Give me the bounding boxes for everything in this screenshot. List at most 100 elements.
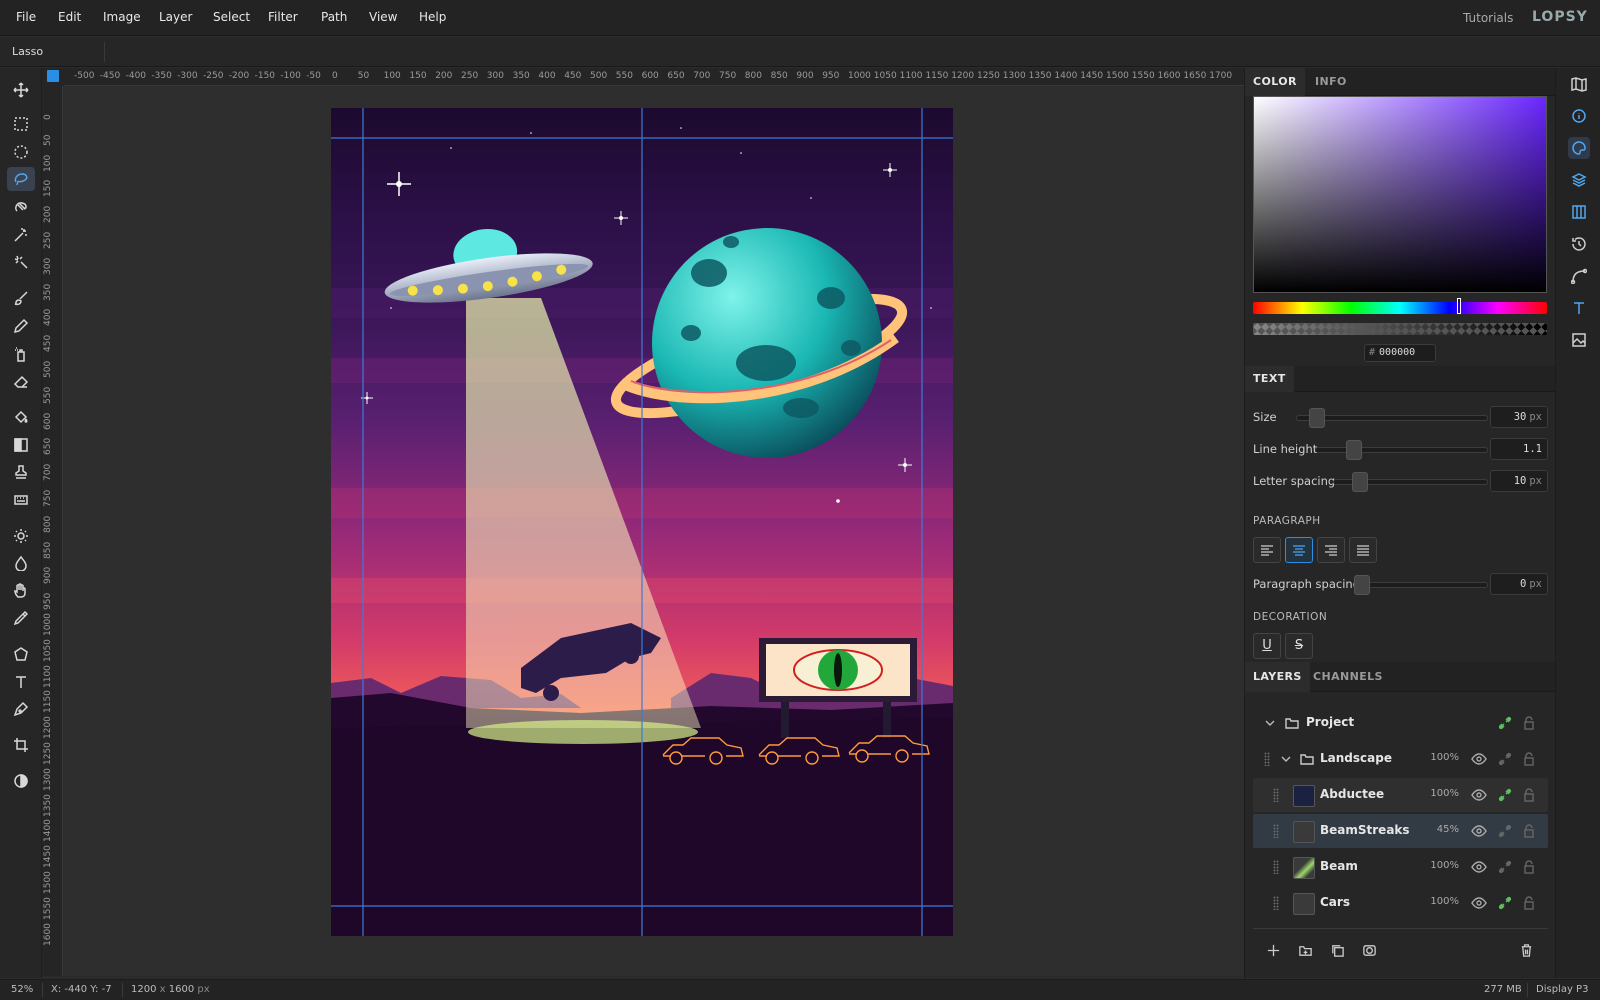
saturation-value-picker[interactable] (1253, 96, 1547, 293)
move-tool[interactable] (7, 78, 35, 102)
size-field[interactable]: 30 px (1490, 406, 1548, 428)
lock-icon[interactable] (1521, 715, 1537, 731)
chevron-down-icon[interactable] (1262, 715, 1278, 731)
layer-name[interactable]: Landscape (1320, 751, 1392, 765)
drag-handle[interactable] (1273, 788, 1279, 802)
lock-icon[interactable] (1521, 859, 1537, 875)
hex-input[interactable]: #000000 (1364, 344, 1436, 362)
layer-name[interactable]: Beam (1320, 859, 1358, 873)
dodge-tool[interactable] (7, 524, 35, 548)
drag-handle[interactable] (1264, 752, 1270, 766)
line-height-field[interactable]: 1.1 (1490, 438, 1548, 460)
eye-icon[interactable] (1471, 751, 1487, 767)
pencil-tool[interactable] (7, 314, 35, 338)
brush-tool[interactable] (7, 286, 35, 310)
magic-wand-tool[interactable] (7, 223, 35, 247)
tab-channels[interactable]: CHANNELS (1305, 662, 1391, 692)
align-right-button[interactable] (1317, 537, 1345, 563)
size-slider[interactable] (1296, 408, 1488, 428)
quick-select-tool[interactable] (7, 250, 35, 274)
menu-select[interactable]: Select (213, 10, 250, 24)
color-button[interactable] (1568, 137, 1590, 159)
smudge-tool[interactable] (7, 579, 35, 603)
history-button[interactable] (1568, 233, 1590, 255)
eraser-tool[interactable] (7, 369, 35, 393)
tab-info[interactable]: INFO (1307, 68, 1355, 96)
line-height-slider[interactable] (1315, 440, 1488, 460)
hue-slider[interactable] (1253, 302, 1547, 314)
eye-icon[interactable] (1471, 787, 1487, 803)
chevron-down-icon[interactable] (1278, 751, 1294, 767)
crop-tool[interactable] (7, 733, 35, 757)
menu-help[interactable]: Help (419, 10, 446, 24)
layer-opacity[interactable]: 100% (1429, 788, 1459, 799)
align-center-button[interactable] (1285, 537, 1313, 563)
layer-name[interactable]: Abductee (1320, 787, 1384, 801)
link-icon[interactable] (1497, 787, 1513, 803)
lock-icon[interactable] (1521, 751, 1537, 767)
link-icon[interactable] (1497, 823, 1513, 839)
paragraph-spacing-field[interactable]: 0 px (1490, 573, 1548, 595)
shape-tool[interactable] (7, 642, 35, 666)
link-icon[interactable] (1497, 859, 1513, 875)
info-button[interactable] (1568, 105, 1590, 127)
letter-spacing-slider[interactable] (1333, 472, 1488, 492)
delete-layer-button[interactable] (1515, 939, 1537, 961)
duplicate-layer-button[interactable] (1326, 939, 1348, 961)
layer-row-cars[interactable]: Cars 100% (1253, 886, 1548, 920)
magnetic-lasso-tool[interactable] (7, 195, 35, 219)
text-panel-button[interactable] (1568, 297, 1590, 319)
drag-handle[interactable] (1273, 860, 1279, 874)
eye-icon[interactable] (1471, 895, 1487, 911)
layer-name[interactable]: BeamStreaks (1320, 823, 1410, 837)
add-group-button[interactable] (1294, 939, 1316, 961)
link-icon[interactable] (1497, 751, 1513, 767)
letter-spacing-slider-knob[interactable] (1352, 472, 1368, 492)
layer-row-abductee[interactable]: Abductee 100% (1253, 778, 1548, 812)
ellipse-select-tool[interactable] (7, 140, 35, 164)
color-mode-toggle[interactable] (7, 769, 35, 793)
tutorials-link[interactable]: Tutorials (1463, 11, 1513, 25)
layer-opacity[interactable]: 100% (1429, 860, 1459, 871)
tab-color[interactable]: COLOR (1245, 68, 1305, 96)
drag-handle[interactable] (1273, 896, 1279, 910)
eye-icon[interactable] (1471, 859, 1487, 875)
ruler-corner[interactable] (42, 68, 64, 86)
menu-view[interactable]: View (369, 10, 397, 24)
layer-row-beamstreaks[interactable]: BeamStreaks 45% (1253, 814, 1548, 848)
pen-tool[interactable] (7, 697, 35, 721)
letter-spacing-field[interactable]: 10 px (1490, 470, 1548, 492)
eyedropper-tool[interactable] (7, 606, 35, 630)
document-canvas[interactable] (331, 108, 953, 936)
menu-file[interactable]: File (16, 10, 36, 24)
align-left-button[interactable] (1253, 537, 1281, 563)
layer-row-project[interactable]: Project (1253, 706, 1548, 740)
paragraph-spacing-slider-knob[interactable] (1354, 575, 1370, 595)
paragraph-spacing-slider[interactable] (1354, 575, 1488, 595)
size-slider-knob[interactable] (1309, 408, 1325, 428)
link-icon[interactable] (1497, 895, 1513, 911)
navigator-button[interactable] (1568, 73, 1590, 95)
layer-opacity[interactable]: 45% (1429, 824, 1459, 835)
alpha-slider[interactable] (1253, 323, 1547, 335)
rect-select-tool[interactable] (7, 112, 35, 136)
tab-layers[interactable]: LAYERS (1245, 662, 1310, 692)
add-layer-button[interactable] (1262, 939, 1284, 961)
link-icon[interactable] (1497, 715, 1513, 731)
menu-filter[interactable]: Filter (268, 10, 298, 24)
layer-row-landscape[interactable]: Landscape 100% (1253, 742, 1548, 776)
spray-tool[interactable] (7, 342, 35, 366)
menu-layer[interactable]: Layer (159, 10, 192, 24)
layer-name[interactable]: Cars (1320, 895, 1350, 909)
underline-button[interactable]: U (1253, 633, 1281, 659)
vertical-ruler[interactable]: 0 50 100 150 200 250 300 350 400 450 500 550 600 650 7… (42, 86, 63, 976)
layer-row-beam[interactable]: Beam 100% (1253, 850, 1548, 884)
menu-edit[interactable]: Edit (58, 10, 81, 24)
justify-button[interactable] (1349, 537, 1377, 563)
lasso-tool[interactable] (7, 167, 35, 191)
layer-name[interactable]: Project (1306, 715, 1354, 729)
menu-image[interactable]: Image (103, 10, 141, 24)
image-panel-button[interactable] (1568, 329, 1590, 351)
paths-button[interactable] (1568, 265, 1590, 287)
menu-path[interactable]: Path (321, 10, 347, 24)
